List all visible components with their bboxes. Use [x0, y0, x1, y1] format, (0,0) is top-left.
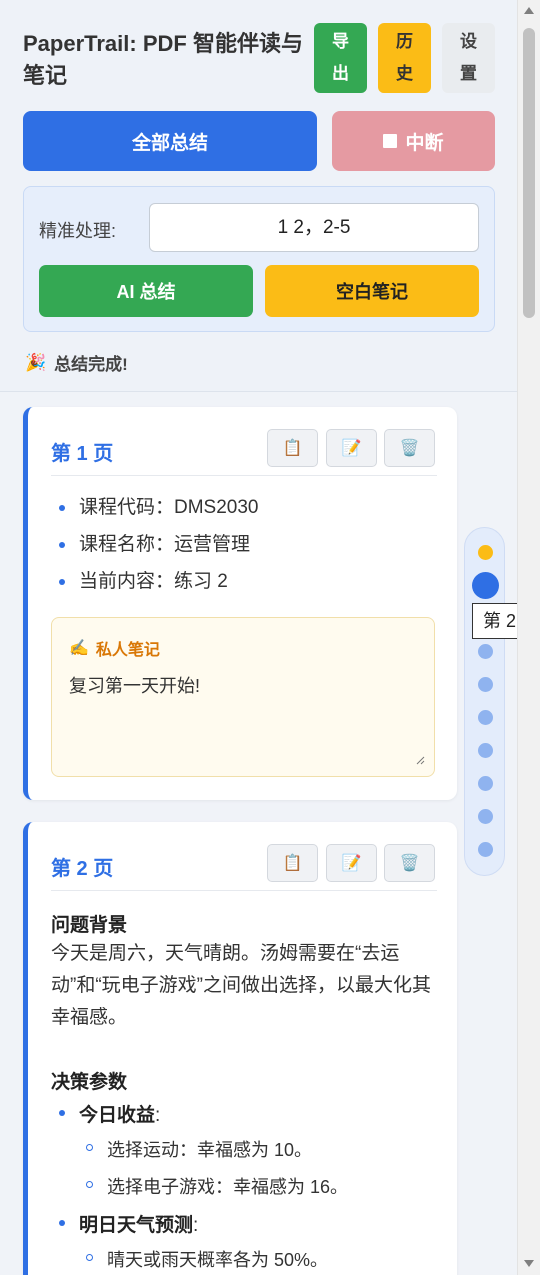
sub-list-item: 晴天或雨天概率各为 50%。	[79, 1246, 328, 1272]
delete-button[interactable]: 🗑️	[384, 429, 435, 467]
stop-button[interactable]: 中断	[332, 111, 495, 171]
list-item: 课程代码：DMS2030	[51, 495, 259, 532]
scroll-up-icon[interactable]	[524, 7, 534, 14]
list-item: 课程名称：运营管理	[51, 532, 259, 569]
clipboard-icon: 📋	[282, 440, 303, 457]
list-item-label: 明日天气预测	[79, 1215, 194, 1236]
header-panel: PaperTrail: PDF 智能伴读与笔记 导出 历史 设置 全部总结 中断…	[0, 0, 517, 392]
list-item-label: 今日收益	[79, 1105, 156, 1126]
edit-note-button[interactable]: 📝	[326, 429, 377, 467]
note-text[interactable]: 复习第一天开始!	[69, 672, 200, 698]
page-range-input[interactable]: 1 2，2-5	[149, 203, 479, 252]
memo-icon: 📝	[341, 440, 362, 457]
divider	[51, 475, 437, 476]
history-button[interactable]: 历史	[378, 23, 431, 93]
scroll-thumb[interactable]	[523, 28, 535, 318]
page-dot-active[interactable]	[472, 572, 499, 599]
page-card-2: 第 2 页 📋 📝 🗑️ 问题背景 今天是周六，天气晴朗。汤姆需要在“去运动”和…	[23, 822, 457, 1275]
divider	[51, 890, 437, 891]
page-dot[interactable]	[478, 644, 493, 659]
section-paragraph: 今天是周六，天气晴朗。汤姆需要在“去运动”和“玩电子游戏”之间做出选择，以最大化…	[51, 943, 431, 1028]
precise-label: 精准处理:	[39, 221, 117, 241]
page-dot[interactable]	[478, 710, 493, 725]
stop-icon	[383, 134, 398, 148]
resize-handle-icon[interactable]	[415, 755, 425, 765]
page-dot[interactable]	[478, 809, 493, 824]
summarize-all-button[interactable]: 全部总结	[23, 111, 317, 171]
writing-hand-icon: ✍️	[69, 640, 89, 657]
note-title: ✍️ 私人笔记	[69, 636, 160, 660]
delete-button[interactable]: 🗑️	[384, 844, 435, 882]
page-dot[interactable]	[478, 545, 493, 560]
stop-label: 中断	[405, 132, 444, 154]
clipboard-icon: 📋	[282, 855, 303, 872]
note-title-label: 私人笔记	[95, 642, 160, 659]
sub-list-item: 选择运动：幸福感为 10。	[79, 1136, 312, 1162]
page-dot[interactable]	[478, 677, 493, 692]
scroll-down-icon[interactable]	[524, 1260, 534, 1267]
app-title: PaperTrail: PDF 智能伴读与笔记	[23, 31, 303, 88]
memo-icon: 📝	[341, 855, 362, 872]
summary-list: 课程代码：DMS2030 课程名称：运营管理 当前内容：练习 2	[51, 495, 259, 606]
party-popper-icon: 🎉	[25, 352, 47, 372]
trash-icon: 🗑️	[399, 855, 420, 872]
list-item: 当前内容：练习 2	[51, 569, 259, 606]
page-navigator	[464, 527, 505, 876]
settings-button[interactable]: 设置	[442, 23, 495, 93]
copy-button[interactable]: 📋	[267, 844, 318, 882]
edit-note-button[interactable]: 📝	[326, 844, 377, 882]
page-card-1: 第 1 页 📋 📝 🗑️ 课程代码：DMS2030 课程名称：运营管理 当前内容…	[23, 407, 457, 800]
list-item: 今日收益:	[51, 1100, 160, 1127]
section-heading: 决策参数	[51, 1072, 128, 1093]
ai-summary-button[interactable]: AI 总结	[39, 265, 253, 317]
status-text: 总结完成!	[54, 355, 128, 374]
scrollbar[interactable]	[517, 0, 540, 1275]
summarize-all-label: 全部总结	[131, 132, 208, 154]
page-dot[interactable]	[478, 743, 493, 758]
page-title: 第 1 页	[51, 443, 114, 465]
page-dot[interactable]	[478, 776, 493, 791]
page-dot[interactable]	[478, 842, 493, 857]
private-note[interactable]: ✍️ 私人笔记 复习第一天开始!	[51, 617, 435, 777]
status-message: 🎉 总结完成!	[25, 350, 128, 375]
blank-note-button[interactable]: 空白笔记	[265, 265, 479, 317]
export-button[interactable]: 导出	[314, 23, 367, 93]
section-heading: 问题背景	[51, 915, 128, 936]
copy-button[interactable]: 📋	[267, 429, 318, 467]
sub-list-item: 选择电子游戏：幸福感为 16。	[79, 1173, 348, 1199]
precise-process-panel: 精准处理: 1 2，2-5 AI 总结 空白笔记	[23, 186, 495, 332]
page-title: 第 2 页	[51, 858, 114, 880]
list-item: 明日天气预测:	[51, 1210, 198, 1237]
trash-icon: 🗑️	[399, 440, 420, 457]
